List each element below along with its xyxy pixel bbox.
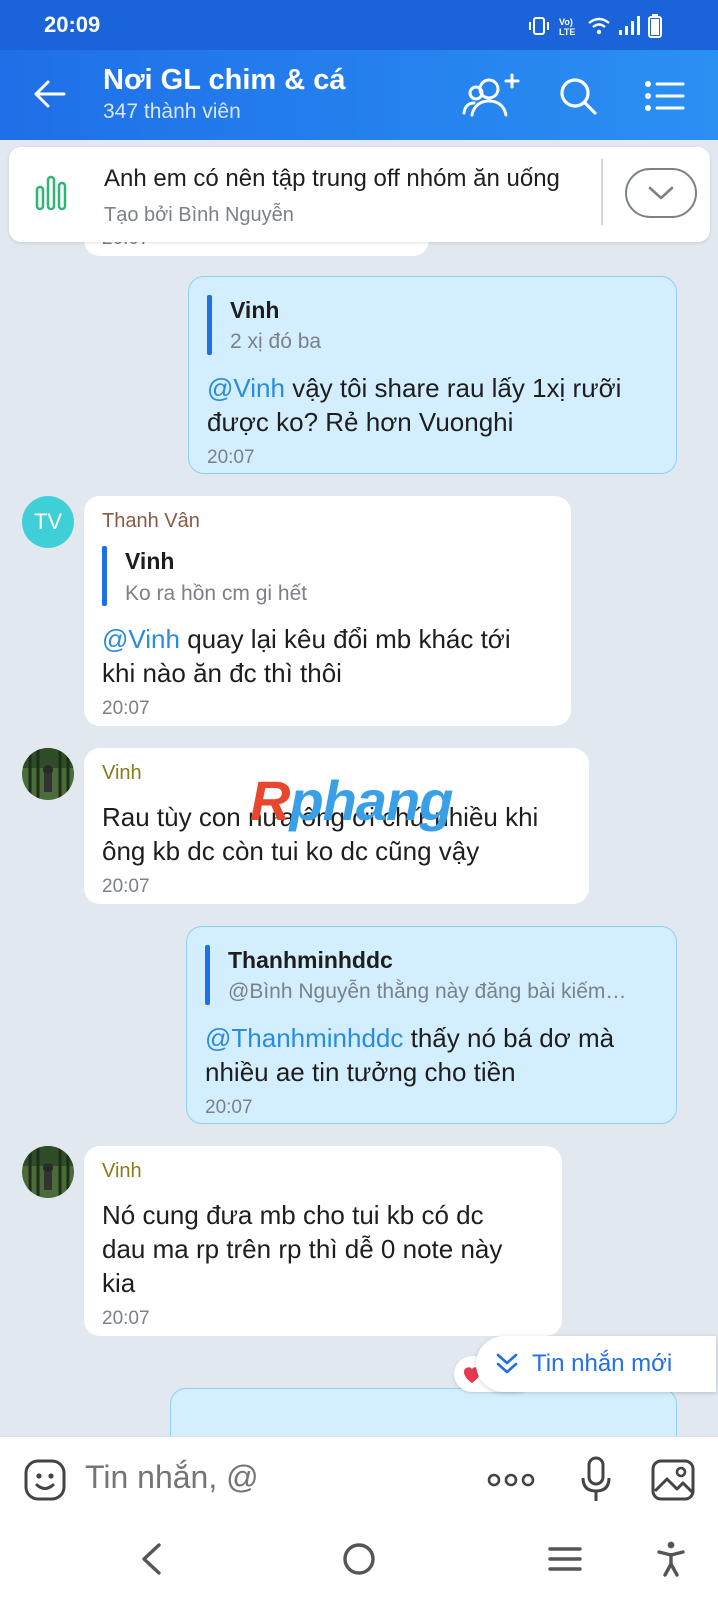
message-text: @Thanhminhddc thấy nó bá dơ mà nhiều ae t… (205, 1023, 615, 1087)
add-user-icon (462, 73, 520, 117)
signal-icon (619, 16, 640, 35)
new-messages-label: Tin nhắn mới (532, 1350, 673, 1377)
message-bubble-outgoing[interactable]: Thanhminhddc @Bình Nguyễn thằng này đăng… (186, 926, 677, 1124)
quote-bar (102, 546, 107, 606)
accessibility-button[interactable] (646, 1536, 696, 1582)
emoji-icon (24, 1459, 66, 1501)
pinned-poll[interactable]: Anh em có nên tập trung off nhóm ăn uống… (9, 147, 710, 242)
poll-creator: Tạo bởi Bình Nguyễn (104, 204, 294, 226)
sender-name: Vinh (102, 1160, 142, 1182)
divider (601, 159, 603, 225)
message-text: Nó cung đưa mb cho tui kb có dc dau ma rp… (102, 1200, 503, 1298)
search-icon (560, 78, 597, 115)
quote-author: Vinh (230, 297, 280, 323)
watermark-logo: Rphang (250, 769, 453, 832)
status-time: 20:09 (44, 12, 101, 37)
quote-bar (205, 945, 210, 1005)
voice-button[interactable] (576, 1455, 616, 1505)
quote-text: @Bình Nguyễn thằng này đăng bài kiếm… (228, 980, 627, 1003)
microphone-icon (581, 1456, 611, 1501)
status-icons: Vo) LTE (528, 14, 662, 38)
menu-button[interactable] (635, 70, 695, 122)
arrow-left-icon (34, 80, 66, 108)
new-messages-button[interactable]: Tin nhắn mới (476, 1336, 716, 1392)
message-bubble[interactable]: Thanh Vân Vinh Ko ra hồn cm gi hết @Vinh… (84, 496, 571, 726)
nav-home-button[interactable] (334, 1536, 384, 1582)
accessibility-icon (657, 1541, 685, 1577)
back-button[interactable] (30, 74, 70, 114)
sender-name: Thanh Vân (102, 510, 200, 532)
status-bar: 20:09 Vo) LTE (0, 0, 718, 50)
volte-icon: Vo)LTE (559, 17, 575, 37)
message-bubble-outgoing[interactable]: Vinh 2 xị đó ba @Vinh vậy tôi share rau … (188, 276, 677, 474)
nav-recents-button[interactable] (540, 1536, 590, 1582)
system-nav-bar (0, 1520, 718, 1600)
battery-icon (648, 14, 662, 38)
quote-bar (207, 295, 212, 355)
message-text: @Vinh vậy tôi share rau lấy 1xị rưỡi được… (207, 373, 622, 437)
photo-button[interactable] (650, 1457, 696, 1503)
message-bubble-outgoing[interactable] (170, 1388, 677, 1436)
avatar[interactable]: TV (22, 496, 74, 548)
mention-link[interactable]: @Vinh (207, 373, 285, 403)
group-title[interactable]: Nơi GL chim & cá (103, 64, 345, 97)
home-circle-icon (343, 1543, 375, 1575)
more-options-button[interactable] (486, 1463, 536, 1497)
poll-title: Anh em có nên tập trung off nhóm ăn uống (104, 165, 560, 192)
message-time: 20:07 (102, 1308, 150, 1329)
message-composer (0, 1436, 718, 1520)
image-icon (651, 1459, 695, 1501)
mention-link[interactable]: @Vinh (102, 624, 180, 654)
svg-text:Vo): Vo) (559, 17, 573, 27)
recents-icon (548, 1547, 582, 1571)
avatar[interactable] (22, 748, 74, 800)
vibrate-icon (529, 17, 549, 35)
nav-back-button[interactable] (126, 1536, 176, 1582)
mention-link[interactable]: @Thanhminhddc (205, 1023, 403, 1053)
message-time: 20:07 (207, 447, 255, 468)
add-member-button[interactable] (462, 70, 522, 122)
sender-name: Vinh (102, 762, 142, 784)
message-time: 20:07 (205, 1097, 253, 1118)
more-dots-icon (487, 1473, 535, 1487)
double-chevron-down-icon (496, 1353, 518, 1374)
avatar[interactable] (22, 1146, 74, 1198)
message-bubble[interactable]: Vinh Nó cung đưa mb cho tui kb có dc dau … (84, 1146, 562, 1336)
expand-poll-button[interactable] (625, 168, 697, 218)
quote-author: Vinh (125, 548, 175, 574)
quote-text: 2 xị đó ba (230, 330, 322, 353)
wifi-icon (588, 17, 610, 35)
quote-author: Thanhminhddc (228, 947, 393, 973)
chat-header: Nơi GL chim & cá 347 thành viên (0, 50, 718, 140)
sticker-button[interactable] (22, 1457, 68, 1503)
chevron-down-icon (648, 186, 674, 200)
message-input[interactable] (85, 1459, 465, 1496)
svg-text:LTE: LTE (559, 27, 575, 37)
message-time: 20:07 (102, 698, 150, 719)
member-count: 347 thành viên (103, 100, 241, 123)
message-time: 20:07 (102, 876, 150, 897)
quote-text: Ko ra hồn cm gi hết (125, 582, 308, 605)
chevron-left-icon (142, 1543, 161, 1575)
message-text: @Vinh quay lại kêu đổi mb khác tới khi nà… (102, 624, 511, 688)
search-button[interactable] (548, 70, 608, 122)
list-menu-icon (645, 81, 685, 111)
poll-icon (35, 175, 67, 216)
